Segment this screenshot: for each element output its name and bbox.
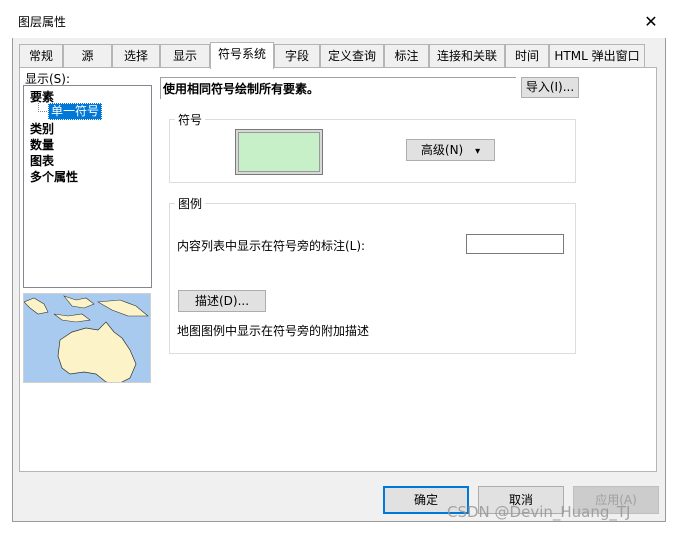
watermark: CSDN @Devin_Huang_TJ xyxy=(447,503,631,521)
tab-labels[interactable]: 标注 xyxy=(384,44,429,67)
tab-joins-relates[interactable]: 连接和关联 xyxy=(429,44,505,67)
legend-label-input[interactable] xyxy=(466,234,564,254)
symbol-group xyxy=(169,119,576,183)
tab-symbology[interactable]: 符号系统 xyxy=(210,42,274,69)
tree-item-single-symbol[interactable]: 单一符号 xyxy=(48,103,103,120)
symbol-swatch[interactable] xyxy=(238,132,320,172)
australia-map-graphic xyxy=(24,295,149,382)
tab-general[interactable]: 常规 xyxy=(19,44,63,67)
tab-fields[interactable]: 字段 xyxy=(274,44,320,67)
tab-source[interactable]: 源 xyxy=(63,44,112,67)
title-bar xyxy=(12,8,666,38)
symbology-description: 使用相同符号绘制所有要素。 xyxy=(160,77,516,99)
advanced-button[interactable]: 高级(N) ▾ xyxy=(406,139,495,161)
tab-time[interactable]: 时间 xyxy=(505,44,549,67)
import-button[interactable]: 导入(I)... xyxy=(521,77,579,98)
tree-item-charts[interactable]: 图表 xyxy=(30,152,54,169)
window-title: 图层属性 xyxy=(18,15,67,29)
legend-group-label: 图例 xyxy=(175,195,206,212)
description-button[interactable]: 描述(D)... xyxy=(178,290,266,312)
advanced-label: 高级(N) xyxy=(420,143,464,157)
tab-selection[interactable]: 选择 xyxy=(112,44,160,67)
tab-display[interactable]: 显示 xyxy=(160,44,210,67)
tree-item-categories[interactable]: 类别 xyxy=(30,120,54,137)
tree-branch-line xyxy=(38,101,47,112)
tree-item-quantities[interactable]: 数量 xyxy=(30,136,54,153)
chevron-down-icon: ▾ xyxy=(475,146,481,157)
tab-definition-query[interactable]: 定义查询 xyxy=(320,44,384,67)
tab-strip: 常规 源 选择 显示 符号系统 字段 定义查询 标注 连接和关联 时间 HTML… xyxy=(19,42,647,69)
tab-html-popup[interactable]: HTML 弹出窗口 xyxy=(549,44,645,67)
close-icon[interactable]: ✕ xyxy=(638,10,664,34)
tree-item-multiple-attributes[interactable]: 多个属性 xyxy=(30,168,78,185)
renderer-tree[interactable]: 要素 单一符号 类别 数量 图表 多个属性 xyxy=(23,85,152,288)
preview-map-image xyxy=(23,293,151,383)
map-legend-description: 地图图例中显示在符号旁的附加描述 xyxy=(177,324,370,338)
symbol-group-label: 符号 xyxy=(175,111,206,128)
legend-label-caption: 内容列表中显示在符号旁的标注(L): xyxy=(177,239,366,253)
